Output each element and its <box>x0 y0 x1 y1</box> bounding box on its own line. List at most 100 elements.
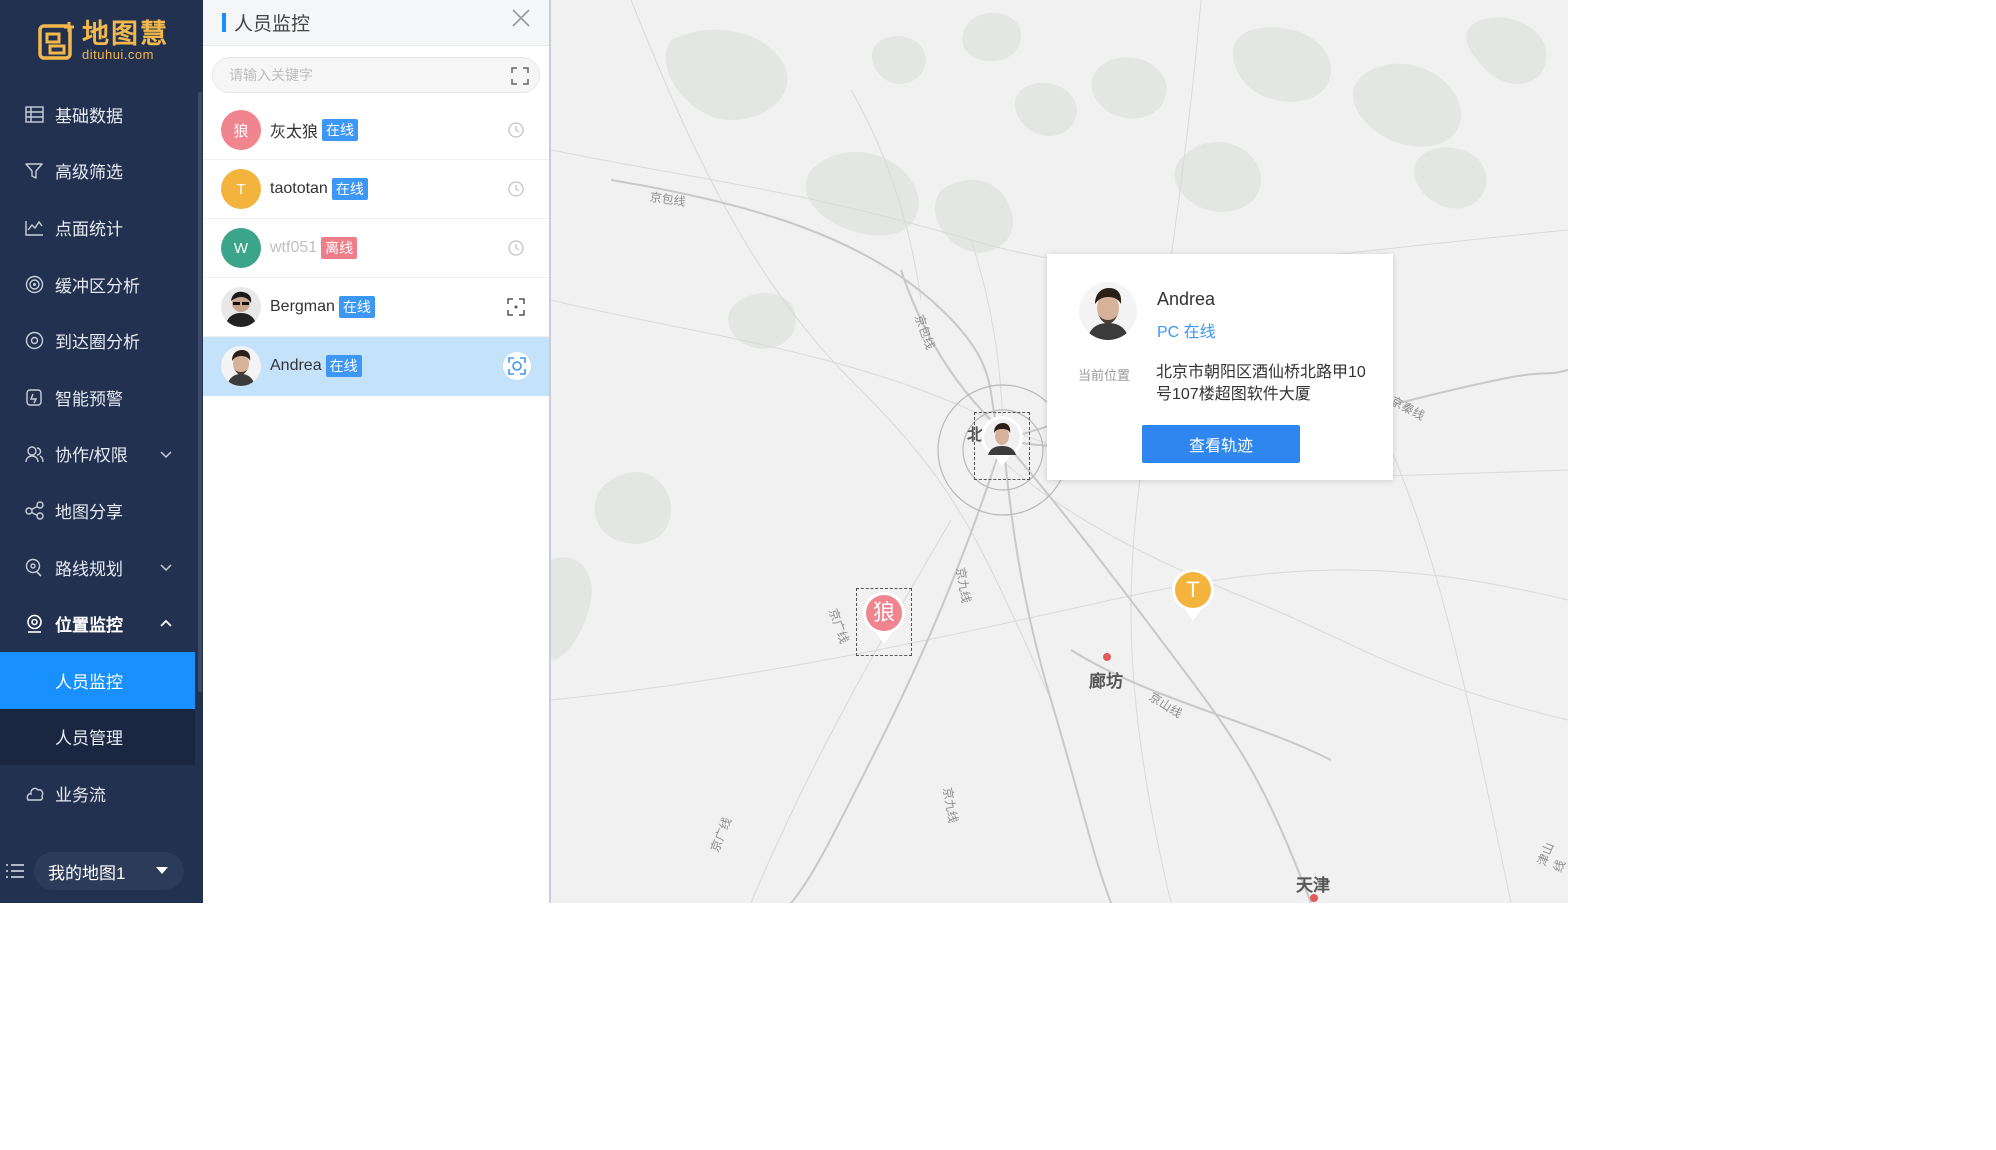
status-badge: 在线 <box>331 178 368 200</box>
menu-item-label: 缓冲区分析 <box>55 276 140 296</box>
map-selector: 我的地图1 <box>0 848 203 894</box>
status-badge: 在线 <box>325 355 362 377</box>
avatar <box>221 346 261 386</box>
map-label-city: 廊坊 <box>1089 672 1123 691</box>
menu-item-collaboration[interactable]: 协作/权限 <box>0 426 195 483</box>
share-icon <box>24 500 44 520</box>
logo[interactable]: 地图慧 dituhui.com <box>38 16 169 66</box>
avatar: W <box>221 228 261 268</box>
panel-title: 人员监控 <box>234 14 311 35</box>
menu-item-label: 协作/权限 <box>55 446 128 466</box>
menu-item-workflow[interactable]: 业务流 <box>0 765 195 822</box>
menu-item-label: 路线规划 <box>55 559 123 579</box>
submenu-item-personnel-manage[interactable]: 人员管理 <box>0 708 195 766</box>
search-box <box>212 57 540 93</box>
user-row[interactable]: Bergman 在线 <box>203 278 549 337</box>
map-marker-wolf[interactable]: 狼 <box>862 592 906 646</box>
status-badge: 在线 <box>338 296 375 318</box>
history-icon[interactable] <box>505 178 527 200</box>
menu-item-label: 到达圈分析 <box>55 333 140 353</box>
map-dropdown-value: 我的地图1 <box>48 863 126 883</box>
user-name: Bergman <box>270 298 335 315</box>
users-icon <box>24 444 44 464</box>
locate-icon[interactable] <box>505 296 527 318</box>
menu-item-label: 基础数据 <box>55 106 123 126</box>
user-name: 灰太狼 <box>270 124 319 141</box>
title-accent-bar <box>222 13 226 32</box>
menu-item-route-planning[interactable]: 路线规划 <box>0 539 195 596</box>
menu-item-label: 位置监控 <box>55 616 123 636</box>
user-name: Andrea <box>270 357 322 374</box>
menu-item-smart-alert[interactable]: 智能预警 <box>0 369 195 426</box>
statistics-icon <box>24 217 44 237</box>
popup-avatar <box>1079 282 1137 340</box>
user-row[interactable]: T taototan 在线 <box>203 160 549 219</box>
alert-icon <box>24 387 44 407</box>
caret-down-icon <box>156 867 168 874</box>
history-icon[interactable] <box>505 119 527 141</box>
location-monitor-icon <box>24 614 44 634</box>
menu-item-reach-circle-analysis[interactable]: 到达圈分析 <box>0 312 195 369</box>
logo-cn: 地图慧 <box>82 19 169 49</box>
sidebar-scrollbar[interactable] <box>198 92 202 692</box>
menu-item-label: 智能预警 <box>55 389 123 409</box>
chevron-down-icon <box>160 564 172 572</box>
user-row[interactable]: W wtf051 离线 <box>203 219 549 278</box>
filter-icon <box>24 161 44 181</box>
reach-circle-icon <box>24 331 44 351</box>
popup-address: 北京市朝阳区酒仙桥北路甲10号107楼超图软件大厦 <box>1156 364 1366 403</box>
menu-item-label: 高级筛选 <box>55 163 123 183</box>
map-dropdown[interactable]: 我的地图1 <box>34 852 184 890</box>
avatar: 狼 <box>221 110 261 150</box>
route-icon <box>24 557 44 577</box>
marker-avatar-text: 狼 <box>872 600 895 625</box>
menu-item-label: 地图分享 <box>55 502 123 522</box>
map-canvas[interactable]: 京包线 京包线 京九线 京九线 京广线 京广线 京山线 京秦线 津山线 北 廊坊… <box>551 0 1568 903</box>
database-icon <box>24 104 44 124</box>
sidebar: 地图慧 dituhui.com 基础数据 高级筛选 点面统计 缓冲区分析 到达圈… <box>0 0 203 903</box>
submenu-item-label: 人员监控 <box>55 672 123 692</box>
menu-item-buffer-analysis[interactable]: 缓冲区分析 <box>0 256 195 313</box>
logo-en: dituhui.com <box>82 47 154 62</box>
expand-icon[interactable] <box>511 67 529 85</box>
submenu-item-personnel-monitor[interactable]: 人员监控 <box>0 651 195 709</box>
popup-user-status: PC 在线 <box>1157 324 1216 341</box>
status-badge: 在线 <box>322 119 359 141</box>
buffer-icon <box>24 274 44 294</box>
map-marker-t[interactable]: T <box>1171 569 1215 623</box>
avatar <box>221 287 261 327</box>
popup-location-label: 当前位置 <box>1078 368 1131 383</box>
submenu-item-label: 人员管理 <box>55 729 123 749</box>
main-menu: 基础数据 高级筛选 点面统计 缓冲区分析 到达圈分析 智能预警 协作/权限 地图… <box>0 86 195 822</box>
map-marker-andrea[interactable] <box>980 415 1024 474</box>
history-icon[interactable] <box>505 237 527 259</box>
user-name: wtf051 <box>270 239 318 256</box>
marker-avatar-text: T <box>1186 577 1200 602</box>
user-name: taototan <box>270 180 328 197</box>
user-row[interactable]: 狼 灰太狼 在线 <box>203 101 549 160</box>
user-list: 狼 灰太狼 在线 T taototan 在线 W wtf051 离线 Bergm… <box>203 101 549 396</box>
panel-header: 人员监控 <box>203 0 549 46</box>
chevron-down-icon <box>160 451 172 458</box>
popup-user-name: Andrea <box>1157 289 1216 309</box>
list-icon[interactable] <box>4 860 26 882</box>
workflow-icon <box>24 783 44 803</box>
logo-mark-icon <box>38 20 78 62</box>
menu-item-label: 点面统计 <box>55 219 123 239</box>
user-row-selected[interactable]: Andrea 在线 <box>203 337 549 396</box>
map-label-city: 天津 <box>1296 876 1330 895</box>
close-icon[interactable] <box>511 8 531 28</box>
locate-active-icon[interactable] <box>503 352 531 380</box>
menu-item-advanced-filter[interactable]: 高级筛选 <box>0 143 195 200</box>
search-input[interactable] <box>213 58 493 92</box>
menu-item-label: 业务流 <box>55 785 106 805</box>
menu-item-map-share[interactable]: 地图分享 <box>0 482 195 539</box>
user-info-popup: Andrea PC 在线 当前位置 北京市朝阳区酒仙桥北路甲10号107楼超图软… <box>1047 254 1393 480</box>
personnel-panel: 人员监控 狼 灰太狼 在线 T taototan 在线 W wtf051 离线 <box>203 0 551 903</box>
chevron-up-icon <box>160 619 172 627</box>
menu-item-basic-data[interactable]: 基础数据 <box>0 86 195 143</box>
menu-item-location-monitor[interactable]: 位置监控 <box>0 595 195 652</box>
menu-item-point-area-stats[interactable]: 点面统计 <box>0 199 195 256</box>
view-track-button[interactable]: 查看轨迹 <box>1142 425 1300 463</box>
avatar: T <box>221 169 261 209</box>
